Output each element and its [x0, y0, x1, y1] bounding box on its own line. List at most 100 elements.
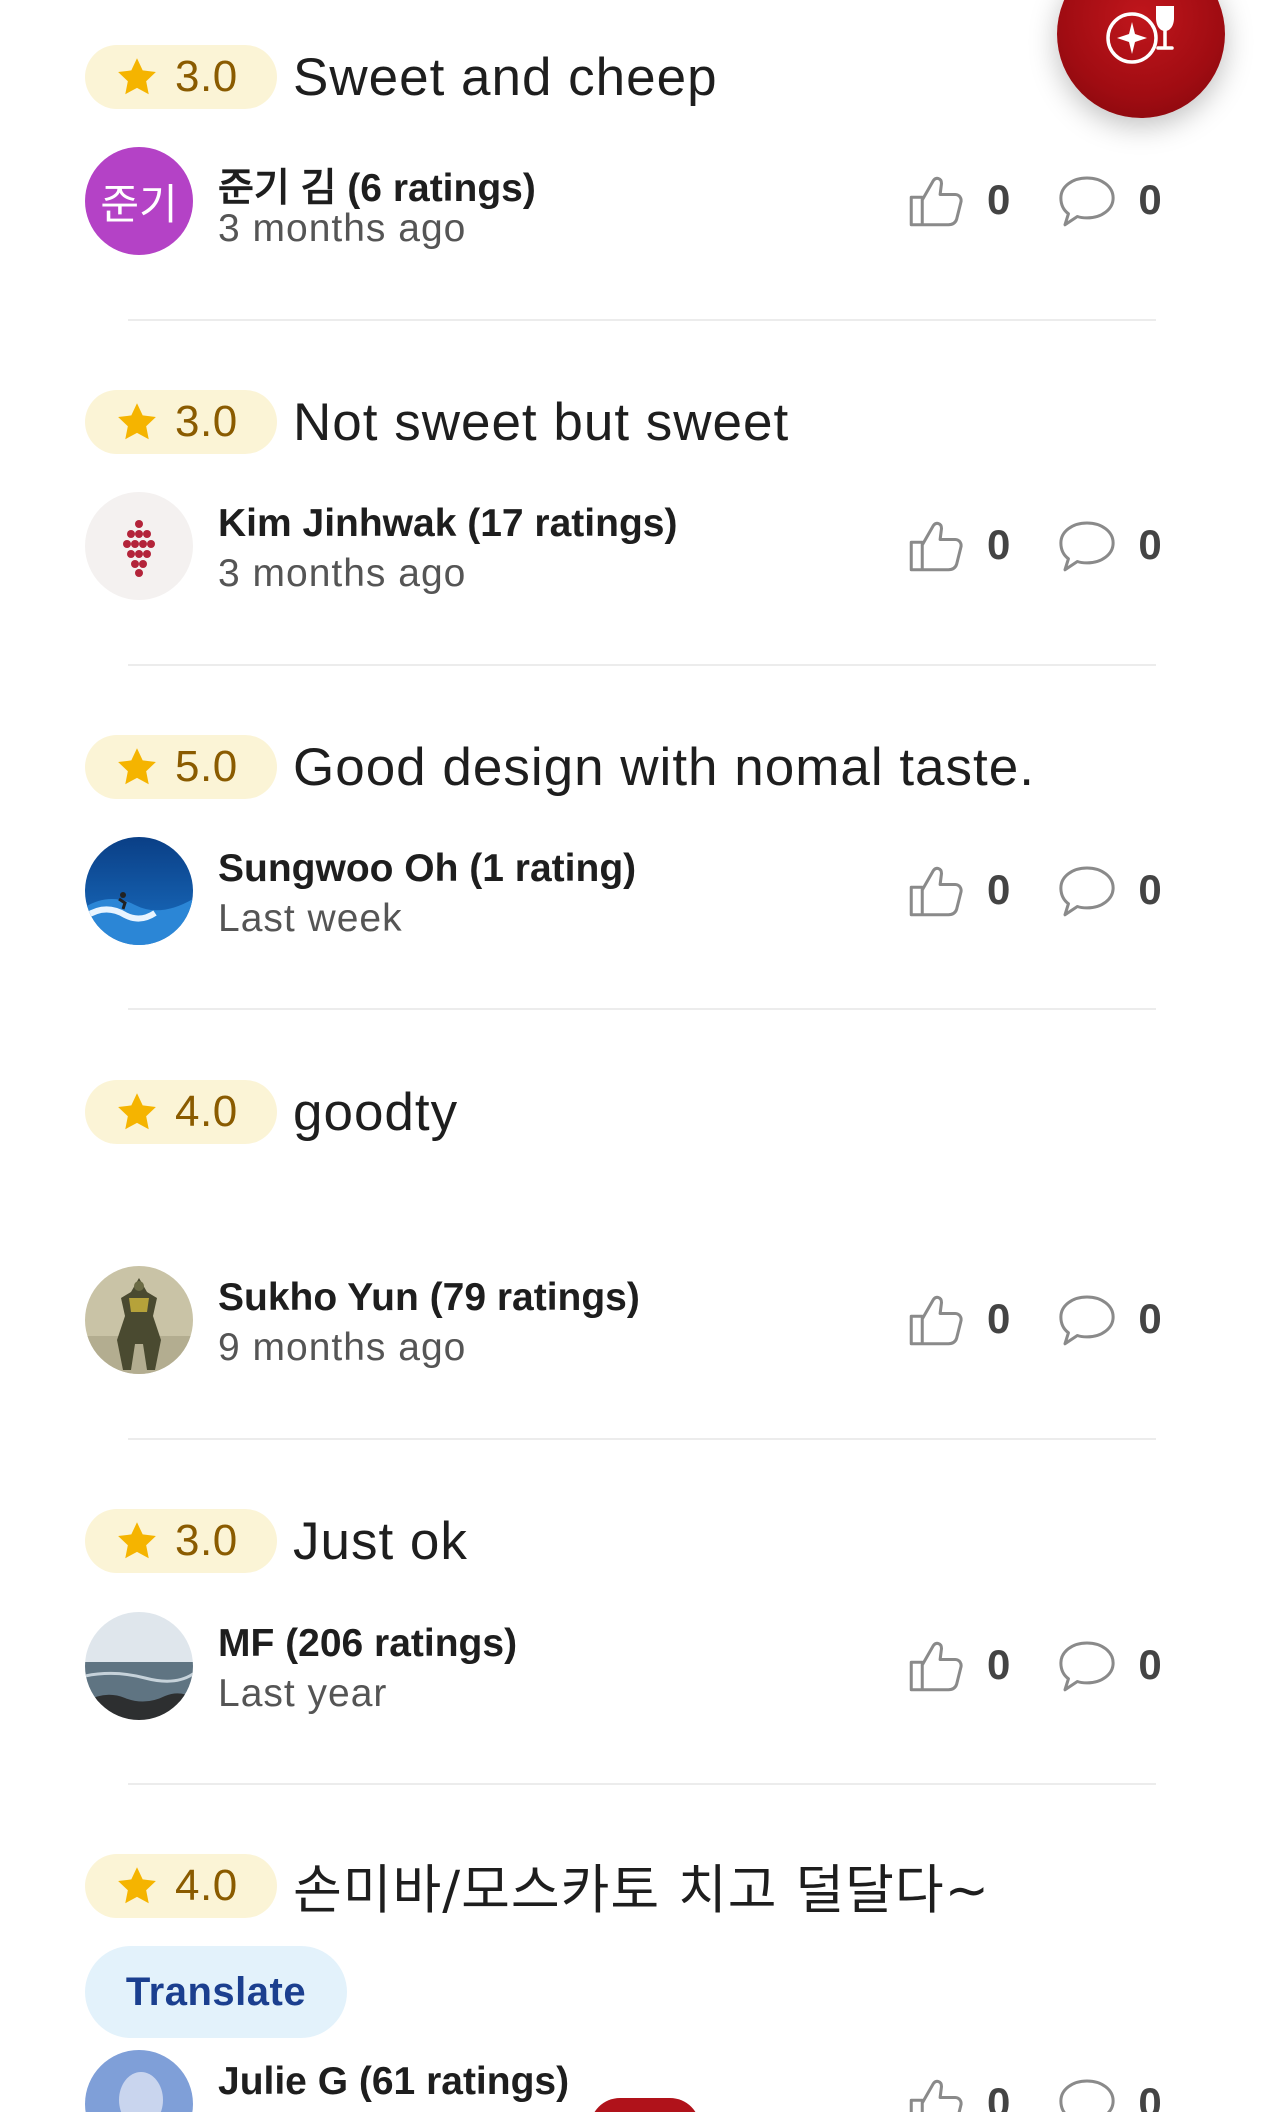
review-actions: 0 0 [903, 855, 1162, 925]
thumbs-up-icon [909, 521, 963, 572]
avatar[interactable] [85, 837, 193, 945]
review-header: 4.0 goodty [85, 1080, 458, 1144]
comment-icon [1059, 176, 1115, 227]
avatar[interactable] [85, 492, 193, 600]
comment-count: 0 [1138, 866, 1162, 913]
comment-count: 0 [1138, 176, 1162, 223]
like-button[interactable]: 0 [903, 1632, 1010, 1698]
wine-compass-icon [1106, 6, 1174, 64]
robot-figure-photo [85, 1266, 193, 1374]
review-time: 9 months ago [218, 1326, 467, 1369]
star-icon [118, 1867, 156, 1904]
divider [128, 1008, 1156, 1010]
like-button[interactable]: 0 [903, 1286, 1010, 1352]
review-user-row: MF (206 ratings) Last year 0 0 [85, 1612, 1215, 1720]
avatar[interactable] [85, 2050, 193, 2112]
user-name[interactable]: 준기 김 (6 ratings) [218, 157, 536, 213]
review-user-row: Sungwoo Oh (1 rating) Last week 0 0 [85, 837, 1215, 945]
user-name[interactable]: Sukho Yun (79 ratings) [218, 1276, 640, 1320]
star-icon [118, 1093, 156, 1130]
review-time: 3 months ago [218, 552, 467, 595]
like-count: 0 [987, 521, 1011, 568]
like-button[interactable]: 0 [903, 167, 1010, 233]
comment-count: 0 [1138, 521, 1162, 568]
comment-button[interactable]: 0 [1054, 1286, 1162, 1352]
comment-icon [1059, 1641, 1115, 1692]
review-actions: 0 0 [903, 1284, 1162, 1354]
thumbs-up-icon [909, 866, 963, 917]
comment-icon [1059, 1295, 1115, 1346]
comment-icon [1059, 521, 1115, 572]
divider [128, 664, 1156, 666]
rating-badge: 3.0 [85, 1509, 277, 1573]
rating-value: 4.0 [175, 1087, 238, 1136]
review-actions: 0 0 [903, 2068, 1162, 2112]
review-time: Last week [218, 897, 403, 940]
surfer-photo [85, 837, 193, 945]
rating-badge: 3.0 [85, 45, 277, 109]
comment-button[interactable]: 0 [1054, 857, 1162, 923]
avatar[interactable] [85, 1612, 193, 1720]
like-count: 0 [987, 2079, 1011, 2112]
comment-button[interactable]: 0 [1054, 167, 1162, 233]
user-name[interactable]: MF (206 ratings) [218, 1622, 517, 1666]
thumbs-up-icon [909, 1295, 963, 1346]
like-button[interactable]: 0 [903, 857, 1010, 923]
star-icon [118, 58, 156, 95]
star-icon [118, 1522, 156, 1559]
review-text: Not sweet but sweet [293, 392, 790, 452]
review-time: 3 months ago [218, 207, 467, 250]
review-text: 손미바/모스카토 치고 덜달다~ [293, 1860, 991, 1921]
user-name[interactable]: Kim Jinhwak (17 ratings) [218, 502, 677, 546]
divider [128, 1783, 1156, 1785]
divider [128, 1438, 1156, 1440]
review-user-row: Kim Jinhwak (17 ratings) 3 months ago 0 … [85, 492, 1215, 600]
rating-value: 3.0 [175, 397, 238, 446]
review-text: Sweet and cheep [293, 47, 718, 107]
person-photo [85, 2050, 193, 2112]
review-user-row: 준기 준기 김 (6 ratings) 3 months ago 0 0 [85, 147, 1215, 255]
translate-button[interactable]: Translate [85, 1946, 347, 2038]
rating-badge: 3.0 [85, 390, 277, 454]
rating-badge: 4.0 [85, 1854, 277, 1918]
rating-value: 3.0 [175, 52, 238, 101]
review-text: goodty [293, 1082, 459, 1142]
review-actions: 0 0 [903, 510, 1162, 580]
like-count: 0 [987, 866, 1011, 913]
review-header: 3.0 Just ok [85, 1509, 468, 1573]
rating-badge: 4.0 [85, 1080, 277, 1144]
review-header: 3.0 Not sweet but sweet [85, 390, 789, 454]
user-name[interactable]: Julie G (61 ratings) [218, 2060, 569, 2104]
grapes-icon [123, 520, 155, 577]
avatar[interactable]: 준기 [85, 147, 193, 255]
like-count: 0 [987, 1641, 1011, 1688]
review-user-row: Sukho Yun (79 ratings) 9 months ago 0 0 [85, 1266, 1215, 1374]
comment-count: 0 [1138, 1295, 1162, 1342]
review-text: Good design with nomal taste. [293, 737, 1035, 797]
thumbs-up-icon [909, 2079, 963, 2112]
rating-value: 3.0 [175, 1516, 238, 1565]
avatar[interactable] [85, 1266, 193, 1374]
avatar-initials: 준기 [100, 179, 178, 229]
comment-icon [1059, 866, 1115, 917]
like-button[interactable]: 0 [903, 2070, 1010, 2112]
rating-badge: 5.0 [85, 735, 277, 799]
comment-button[interactable]: 0 [1054, 2070, 1162, 2112]
user-name[interactable]: Sungwoo Oh (1 rating) [218, 847, 636, 891]
review-actions: 0 0 [903, 165, 1162, 235]
comment-button[interactable]: 0 [1054, 512, 1162, 578]
thumbs-up-icon [909, 1641, 963, 1692]
rating-value: 4.0 [175, 1861, 238, 1910]
comment-count: 0 [1138, 2079, 1162, 2112]
star-icon [118, 403, 156, 440]
review-header: 4.0 손미바/모스카토 치고 덜달다~ [85, 1854, 990, 1921]
wine-compass-button[interactable] [1057, 0, 1225, 118]
review-text: Just ok [293, 1511, 468, 1571]
comment-button[interactable]: 0 [1054, 1632, 1162, 1698]
review-header: 3.0 Sweet and cheep [85, 45, 718, 109]
comment-icon [1059, 2079, 1115, 2112]
thumbs-up-icon [909, 176, 963, 227]
like-count: 0 [987, 1295, 1011, 1342]
sea-photo [85, 1612, 193, 1720]
like-button[interactable]: 0 [903, 512, 1010, 578]
